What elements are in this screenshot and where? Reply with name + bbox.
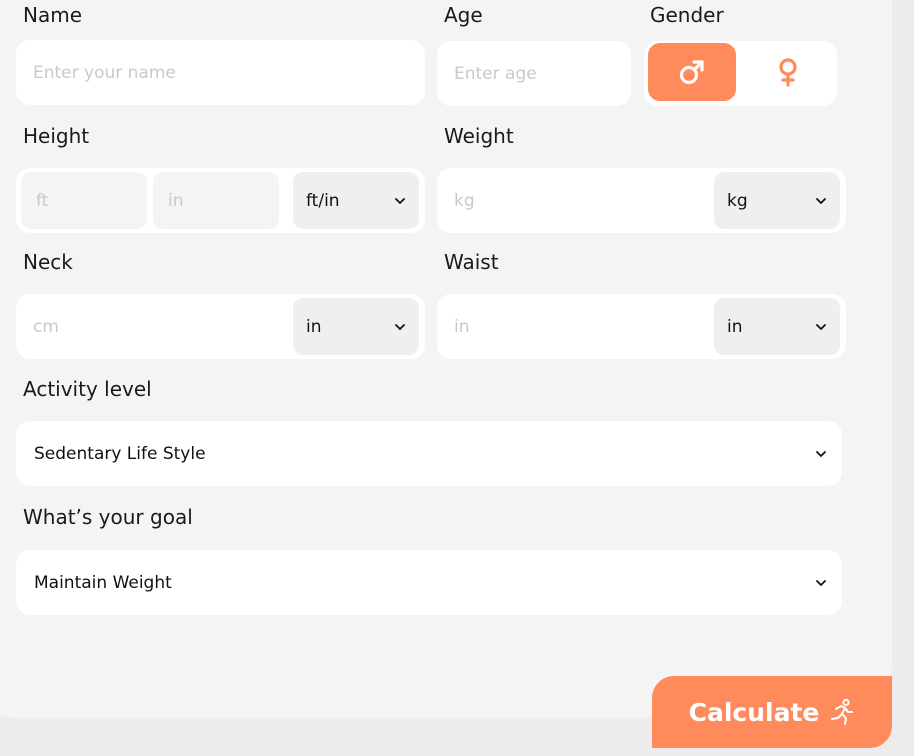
goal-label: What’s your goal	[23, 505, 193, 529]
chevron-down-icon	[395, 323, 405, 330]
weight-label: Weight	[444, 124, 514, 148]
waist-input[interactable]	[437, 294, 707, 359]
chevron-down-icon	[395, 197, 405, 204]
neck-input[interactable]	[16, 294, 286, 359]
male-symbol-icon	[679, 60, 704, 85]
height-ft-input[interactable]	[21, 172, 147, 229]
name-field-container	[16, 40, 425, 105]
neck-unit-value: in	[306, 316, 322, 337]
weight-unit-select[interactable]: kg	[714, 172, 840, 229]
weight-unit-value: kg	[727, 190, 748, 211]
gender-label: Gender	[650, 3, 724, 27]
name-input[interactable]	[16, 40, 425, 105]
height-unit-select[interactable]: ft/in	[293, 172, 419, 229]
activity-level-select[interactable]: Sedentary Life Style	[16, 421, 842, 486]
chevron-down-icon	[816, 323, 826, 330]
activity-level-value: Sedentary Life Style	[34, 443, 206, 464]
female-symbol-icon	[779, 58, 797, 87]
activity-level-label: Activity level	[23, 377, 152, 401]
chevron-down-icon	[816, 197, 826, 204]
goal-select[interactable]: Maintain Weight	[16, 550, 842, 615]
height-field-container: ft/in	[16, 168, 425, 233]
age-field-container	[437, 41, 631, 106]
waist-label: Waist	[444, 250, 499, 274]
weight-input[interactable]	[437, 168, 707, 233]
age-input[interactable]	[437, 41, 631, 106]
calculate-button[interactable]: Calculate	[652, 676, 892, 748]
calculate-button-label: Calculate	[688, 697, 820, 727]
height-ft-container	[21, 172, 147, 229]
name-label: Name	[23, 3, 83, 27]
age-label: Age	[444, 3, 483, 27]
weight-field-container: kg	[437, 168, 846, 233]
height-in-container	[153, 172, 279, 229]
running-person-icon	[831, 698, 854, 725]
gender-toggle	[644, 41, 837, 106]
waist-unit-value: in	[727, 316, 743, 337]
height-unit-value: ft/in	[306, 190, 340, 211]
height-in-input[interactable]	[153, 172, 279, 229]
goal-value: Maintain Weight	[34, 572, 172, 593]
gender-female-button[interactable]	[744, 43, 832, 101]
waist-unit-select[interactable]: in	[714, 298, 840, 355]
height-label: Height	[23, 124, 90, 148]
gender-male-button[interactable]	[648, 43, 736, 101]
chevron-down-icon	[816, 579, 826, 586]
waist-field-container: in	[437, 294, 846, 359]
neck-label: Neck	[23, 250, 73, 274]
neck-field-container: in	[16, 294, 425, 359]
chevron-down-icon	[816, 450, 826, 457]
neck-unit-select[interactable]: in	[293, 298, 419, 355]
